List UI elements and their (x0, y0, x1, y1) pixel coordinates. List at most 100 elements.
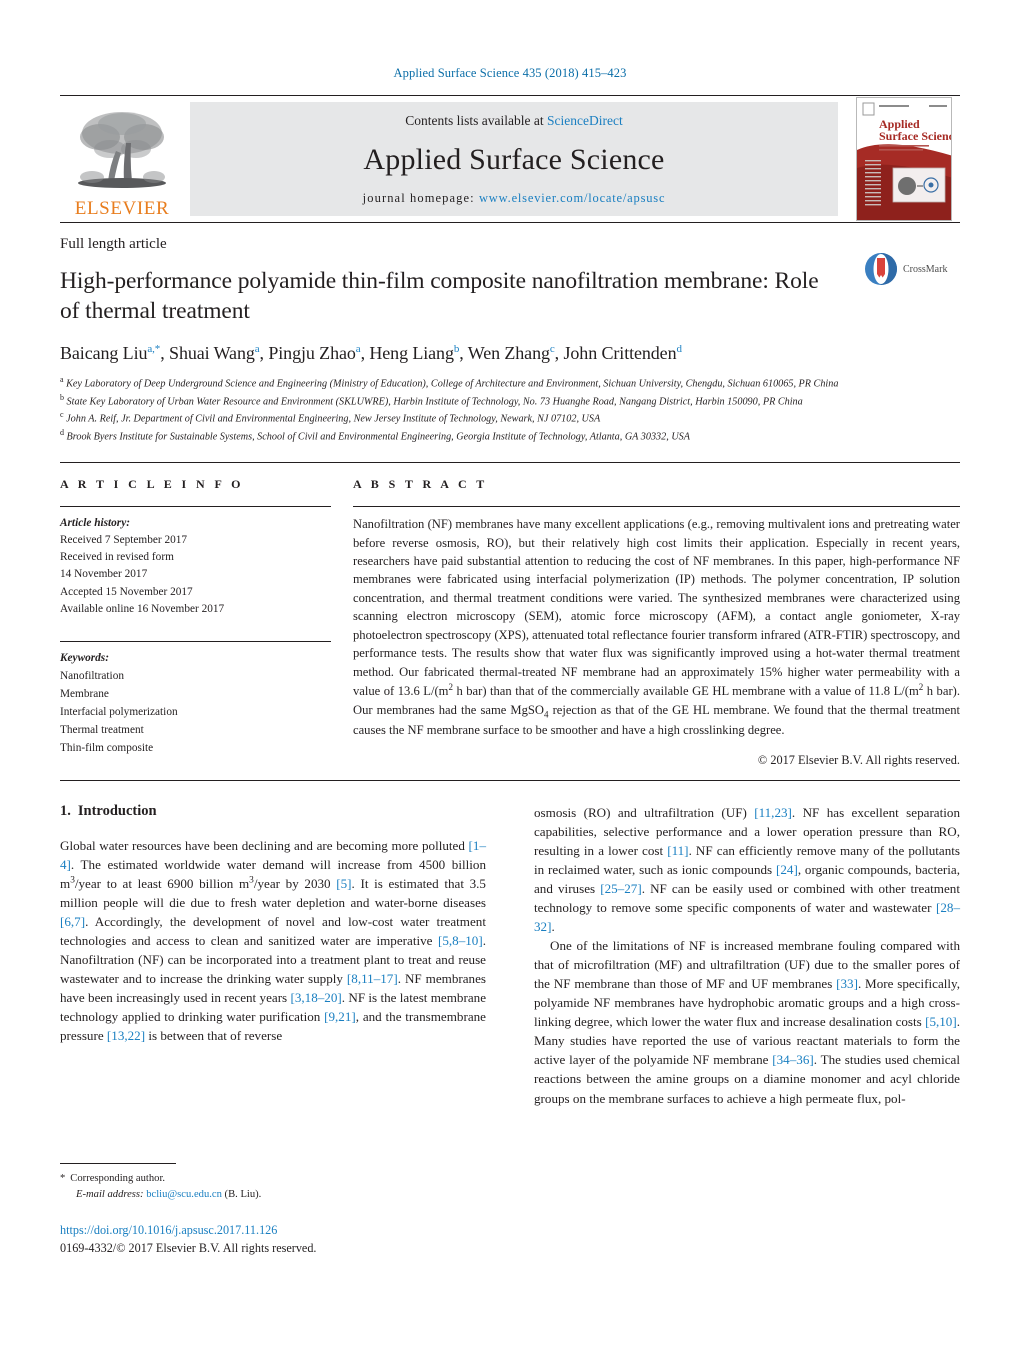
affiliation-list: a Key Laboratory of Deep Underground Sci… (60, 364, 960, 446)
citation-link[interactable]: [11,23] (754, 805, 792, 820)
superscript: 2 (448, 682, 453, 693)
citation-link[interactable]: [28–32] (534, 900, 960, 934)
intro-paragraph-right-2: One of the limitations of NF is increase… (534, 938, 960, 1106)
article-info-heading: A R T I C L E I N F O (60, 477, 244, 492)
citation-link[interactable]: [25–27] (600, 881, 641, 896)
homepage-prefix: journal homepage: (362, 191, 479, 205)
citation-link[interactable]: [5] (336, 876, 351, 891)
article-info-column: A R T I C L E I N F O Article history: R… (60, 477, 353, 768)
section-number: 1. (60, 802, 71, 819)
email-link[interactable]: bcliu@scu.edu.cn (146, 1189, 222, 1200)
article-body: 1. Introduction Global water resources ha… (60, 803, 960, 1108)
citation-link[interactable]: [9,21] (324, 1009, 356, 1024)
email-suffix: (B. Liu). (224, 1188, 262, 1200)
divider (353, 506, 960, 508)
keyword-item: Membrane (60, 687, 109, 700)
section-heading-introduction: 1. Introduction (60, 803, 486, 820)
divider (60, 1163, 176, 1164)
author-list: Baicang Liua,*, Shuai Wanga, Pingju Zhao… (60, 342, 682, 363)
doi-block: https://doi.org/10.1016/j.apsusc.2017.11… (60, 1222, 560, 1257)
keywords-block: Keywords: Nanofiltration Membrane Interfac… (60, 618, 331, 757)
info-abstract-band: A R T I C L E I N F O Article history: R… (60, 462, 960, 781)
citation-link[interactable]: [5,10] (925, 1014, 957, 1029)
affiliation-marker: b (60, 392, 64, 402)
running-head: Applied Surface Science 435 (2018) 415–4… (393, 66, 627, 80)
author-name: Baicang Liu (60, 342, 148, 363)
crossmark-badge[interactable]: CrossMark (864, 247, 960, 291)
keywords-label: Keywords: (60, 651, 109, 664)
article-header: Full length article High-performance pol… (60, 223, 960, 445)
author-affiliation-marker: a,* (147, 342, 161, 355)
abstract-column: A B S T R A C T Nanofiltration (NF) memb… (353, 477, 960, 768)
article-type-label: Full length article (60, 236, 167, 252)
affiliation-line: a Key Laboratory of Deep Underground Sci… (60, 374, 839, 390)
author-affiliation-marker: a (254, 342, 260, 355)
divider (60, 640, 331, 642)
sciencedirect-link[interactable]: ScienceDirect (547, 113, 623, 128)
crossmark-label: CrossMark (903, 263, 948, 275)
superscript: 3 (249, 875, 254, 886)
author-name: Shuai Wang (169, 342, 255, 363)
author-name: Pingju Zhao (268, 342, 356, 363)
journal-cover-thumbnail: Applied Surface Science (856, 97, 952, 221)
author-affiliation-marker: c (549, 342, 555, 355)
divider (60, 506, 331, 508)
section-title: Introduction (77, 802, 157, 819)
author-affiliation-marker: a (355, 342, 361, 355)
journal-title: Applied Surface Science (363, 143, 665, 176)
citation-link[interactable]: [33] (836, 976, 858, 991)
citation-link[interactable]: [34–36] (772, 1052, 813, 1067)
author-affiliation-marker: d (676, 342, 682, 355)
keyword-item: Nanofiltration (60, 669, 124, 682)
corresponding-author-label: Corresponding author. (70, 1173, 166, 1184)
citation-link[interactable]: [6,7] (60, 914, 85, 929)
affiliation-line: d Brook Byers Institute for Sustainable … (60, 428, 690, 443)
intro-paragraph-left: Global water resources have been declini… (60, 837, 487, 1044)
article-history-item: Accepted 15 November 2017 (60, 585, 193, 598)
author-name: John Crittenden (563, 342, 677, 363)
doi-link[interactable]: https://doi.org/10.1016/j.apsusc.2017.11… (60, 1222, 560, 1240)
article-history-item: 14 November 2017 (60, 568, 148, 581)
author-name: Heng Liang (369, 342, 454, 363)
svg-text:Surface Science: Surface Science (879, 129, 952, 143)
keyword-item: Interfacial polymerization (60, 705, 178, 718)
email-label: E-mail address: (76, 1188, 144, 1200)
citation-link[interactable]: [13,22] (107, 1028, 145, 1043)
keyword-item: Thin-film composite (60, 742, 154, 755)
abstract-copyright: © 2017 Elsevier B.V. All rights reserved… (757, 752, 960, 767)
citation-link[interactable]: [5,8–10] (438, 933, 483, 948)
email-line: E-mail address: bcliu@scu.edu.cn (B. Liu… (60, 1187, 486, 1203)
body-column-left: 1. Introduction Global water resources ha… (60, 803, 486, 1108)
citation-link[interactable]: [1–4] (60, 838, 486, 872)
article-history-item: Available online 16 November 2017 (60, 602, 225, 615)
homepage-url-link[interactable]: www.elsevier.com/locate/apsusc (479, 191, 665, 205)
journal-article-page: Applied Surface Science 435 (2018) 415–4… (0, 0, 1020, 1351)
journal-masthead: ELSEVIER Contents lists available at Sci… (60, 95, 960, 223)
affiliation-line: b State Key Laboratory of Urban Water Re… (60, 392, 803, 407)
crossmark-icon (864, 252, 898, 286)
superscript: 2 (918, 682, 924, 693)
issn-copyright-line: 0169-4332/© 2017 Elsevier B.V. All right… (60, 1240, 317, 1255)
abstract-heading: A B S T R A C T (353, 477, 488, 492)
elsevier-tree-icon (70, 107, 174, 199)
affiliation-marker: d (60, 428, 64, 438)
author-affiliation-marker: b (453, 342, 460, 355)
intro-paragraph-right-1: osmosis (RO) and ultrafiltration (UF) [1… (534, 804, 960, 935)
article-history-lines: Received 7 September 2017 Received in rev… (60, 532, 331, 618)
article-history-item: Received 7 September 2017 (60, 534, 188, 547)
article-history-label: Article history: (60, 517, 130, 530)
affiliation-marker: a (60, 374, 64, 384)
journal-cover-container: Applied Surface Science (848, 96, 960, 222)
citation-link[interactable]: [3,18–20] (290, 990, 341, 1005)
abstract-text: Nanofiltration (NF) membranes have many … (353, 517, 960, 738)
journal-homepage-line: journal homepage: www.elsevier.com/locat… (363, 191, 666, 206)
body-column-right: osmosis (RO) and ultrafiltration (UF) [1… (534, 803, 960, 1108)
asterisk-icon: * (60, 1173, 66, 1184)
citation-link[interactable]: [11] (667, 843, 688, 858)
citation-link[interactable]: [8,11–17] (347, 971, 398, 986)
citation-link[interactable]: [24] (776, 862, 798, 877)
affiliation-marker: c (60, 410, 64, 420)
superscript: 3 (70, 875, 75, 886)
article-history-item: Received in revised form (60, 551, 174, 564)
contents-list-line: Contents lists available at ScienceDirec… (405, 113, 622, 129)
